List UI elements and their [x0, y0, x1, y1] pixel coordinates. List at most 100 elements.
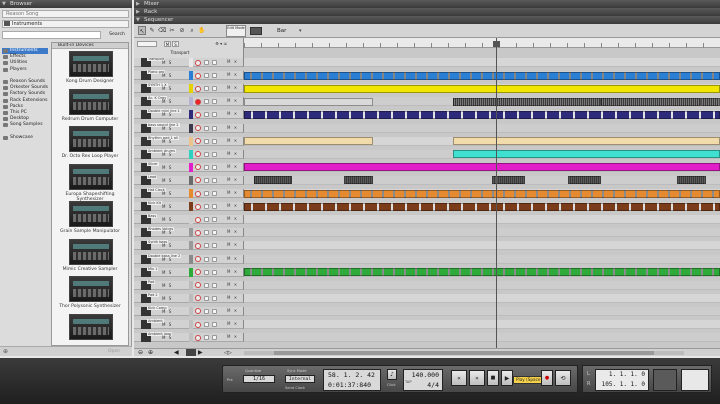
automation-icon[interactable]	[212, 164, 217, 170]
track-mute-solo-end[interactable]: M ✕	[227, 269, 238, 274]
track-mute-solo-end[interactable]: M ✕	[227, 203, 238, 208]
stop-button[interactable]: ■	[487, 370, 499, 386]
lane-toggle-icon[interactable]	[204, 86, 209, 92]
scroll-position-icon[interactable]	[186, 349, 196, 356]
loop-button[interactable]: ⟲	[555, 370, 571, 386]
lane-toggle-icon[interactable]	[204, 230, 209, 236]
track-lane[interactable]	[244, 215, 720, 225]
track-mute-solo-end[interactable]: M ✕	[227, 229, 238, 234]
track-lane[interactable]	[244, 333, 720, 343]
magnify-tool-icon[interactable]: ⌕	[188, 26, 196, 35]
sequencer-clip[interactable]	[677, 176, 706, 185]
solo-column-label[interactable]: S	[172, 41, 179, 47]
record-enable-icon[interactable]	[195, 256, 201, 262]
device-item[interactable]: Dr. Octo Rex Loop Player	[52, 124, 128, 162]
horizontal-scrollbar[interactable]	[244, 351, 684, 355]
record-enable-icon[interactable]	[195, 216, 201, 223]
razor-tool-icon[interactable]: ✂	[168, 26, 176, 35]
track-lane[interactable]	[244, 320, 720, 329]
track-lane[interactable]	[244, 84, 720, 94]
track-lane[interactable]	[244, 254, 720, 264]
sequencer-clip[interactable]	[244, 84, 720, 93]
zoom-in-icon[interactable]: ⊕	[148, 349, 153, 356]
track-header[interactable]: Rhythm pad 1 all M SM ✕	[134, 135, 244, 146]
sequencer-clip[interactable]	[244, 110, 720, 119]
track-lane[interactable]	[244, 175, 720, 185]
mute-solo-buttons[interactable]: M S	[162, 270, 172, 275]
sequencer-clip[interactable]	[253, 176, 292, 185]
track-header[interactable]: Ac. K Orgy M SM ✕	[134, 96, 244, 107]
loop-locators-display[interactable]: 1. 1. 1. 0 105. 1. 1. 0	[595, 369, 649, 391]
eraser-tool-icon[interactable]: ⌫	[158, 26, 166, 35]
track-mute-solo-end[interactable]: M ✕	[227, 190, 238, 195]
automation-icon[interactable]	[212, 217, 217, 223]
mute-solo-buttons[interactable]: M S	[162, 243, 172, 248]
record-enable-icon[interactable]	[195, 151, 201, 158]
automation-icon[interactable]	[212, 191, 217, 196]
track-filter-input[interactable]	[137, 41, 157, 47]
record-enable-icon[interactable]	[195, 111, 201, 118]
track-name[interactable]: Bass	[147, 214, 158, 219]
mute-solo-buttons[interactable]: M S	[162, 322, 172, 327]
click-metronome-icon[interactable]: ♪	[387, 369, 397, 380]
automation-icon[interactable]	[212, 230, 217, 236]
track-header[interactable]: Piano gro M SM ✕	[134, 70, 244, 81]
record-enable-icon[interactable]	[195, 138, 201, 145]
category-item[interactable]: Showcase	[2, 135, 48, 141]
search-input[interactable]	[2, 31, 101, 39]
track-header[interactable]: Hat Clock M SM ✕	[134, 188, 244, 198]
record-button[interactable]: ●	[541, 370, 553, 386]
track-header[interactable]: Double mini line 1M SM ✕	[134, 109, 244, 120]
sequencer-clip[interactable]	[343, 176, 373, 185]
lane-toggle-icon[interactable]	[204, 269, 209, 275]
mute-solo-buttons[interactable]: M S	[162, 165, 172, 170]
track-header[interactable]: Ambient loop M SM ✕	[134, 332, 244, 343]
mute-solo-buttons[interactable]: M S	[162, 99, 172, 104]
track-lane[interactable]	[244, 71, 720, 81]
lane-toggle-icon[interactable]	[204, 99, 209, 105]
track-mute-solo-end[interactable]: M ✕	[227, 111, 238, 116]
expand-arrow-icon[interactable]: ▶	[136, 8, 140, 16]
add-icon[interactable]: ⊕	[3, 348, 8, 355]
collapse-arrow-icon[interactable]: ▼	[136, 16, 140, 24]
track-header[interactable]: Pad M S M ✕	[134, 279, 244, 290]
sync-mode-value[interactable]: Internal	[285, 375, 315, 383]
scrollbar-thumb[interactable]	[274, 351, 654, 355]
hand-tool-icon[interactable]: ✋	[198, 26, 206, 35]
lane-toggle-icon[interactable]	[204, 335, 209, 341]
snap-value[interactable]: Bar	[277, 27, 286, 35]
automation-icon[interactable]	[212, 282, 217, 288]
sequencer-clip[interactable]	[244, 163, 720, 172]
lane-toggle-icon[interactable]	[204, 112, 209, 118]
sequencer-clip[interactable]	[244, 97, 373, 106]
rewind-icon[interactable]: ◀	[174, 349, 179, 356]
sequencer-clip[interactable]	[700, 97, 720, 106]
track-mute-solo-end[interactable]: M ✕	[227, 334, 238, 339]
track-lane[interactable]	[244, 267, 720, 277]
sequencer-clip[interactable]	[244, 71, 720, 80]
mute-solo-buttons[interactable]: M S	[162, 112, 172, 117]
track-name[interactable]: Mix 1	[147, 266, 159, 271]
track-header[interactable]: Ambient drums M SM ✕	[134, 148, 244, 159]
automation-icon[interactable]	[212, 112, 217, 118]
fast-forward-button[interactable]: »	[469, 370, 485, 386]
mute-solo-buttons[interactable]: M S	[162, 60, 172, 65]
track-mute-solo-end[interactable]: M ✕	[227, 242, 238, 247]
rack-titlebar[interactable]: ▶ Rack	[134, 8, 720, 16]
track-header[interactable]: Synth bass M SM ✕	[134, 240, 244, 251]
track-mute-solo-end[interactable]: M ✕	[227, 216, 238, 221]
track-header[interactable]: Rhodes Voices M SM ✕	[134, 227, 244, 238]
automation-icon[interactable]	[212, 243, 217, 249]
record-enable-icon[interactable]	[195, 125, 201, 131]
automation-icon[interactable]	[212, 295, 217, 301]
automation-icon[interactable]	[212, 99, 217, 105]
record-enable-icon[interactable]	[195, 164, 201, 171]
automation-icon[interactable]	[212, 269, 217, 275]
lane-toggle-icon[interactable]	[204, 217, 209, 223]
record-enable-icon[interactable]	[195, 308, 201, 315]
track-mute-solo-end[interactable]: M ✕	[227, 98, 238, 103]
mute-solo-buttons[interactable]: M S	[162, 86, 172, 91]
mute-solo-buttons[interactable]: M S	[162, 283, 172, 288]
record-enable-icon[interactable]	[195, 282, 201, 289]
edit-mode-toggle[interactable]: Edit Mode	[226, 25, 246, 37]
